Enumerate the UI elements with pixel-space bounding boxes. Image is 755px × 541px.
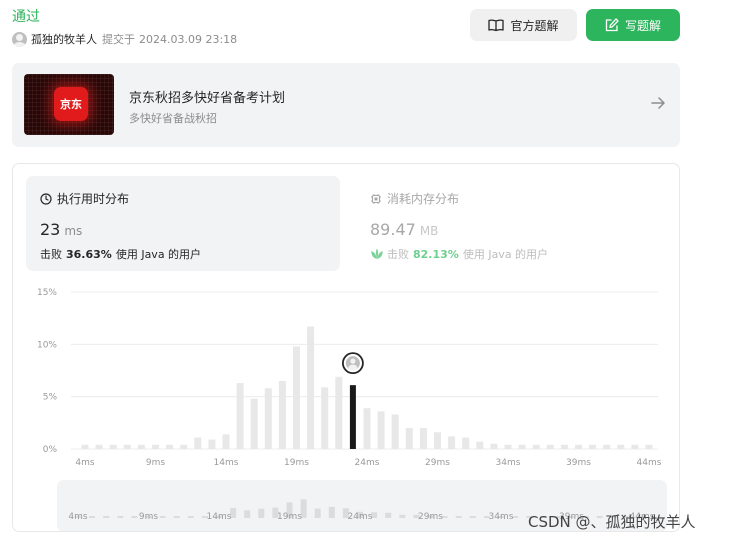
chart-bar[interactable] — [575, 444, 582, 449]
official-solution-button[interactable]: 官方题解 — [470, 9, 577, 41]
chart-bar[interactable] — [391, 414, 399, 449]
mini-x-tick-label: 34ms — [489, 512, 514, 522]
mini-bar — [117, 516, 124, 518]
mini-bar — [103, 516, 110, 518]
chart-bar[interactable] — [532, 444, 540, 449]
official-solution-label: 官方题解 — [510, 18, 559, 33]
chart-bar[interactable] — [293, 346, 300, 449]
chart-bar[interactable] — [448, 436, 456, 449]
x-tick-label: 44ms — [637, 458, 662, 468]
submitted-label: 提交于 — [102, 33, 135, 46]
chart-bar[interactable] — [236, 383, 244, 449]
performance-card: 执行用时分布 23 ms 击败 36.63% 使用 Java 的用户 消耗内存分布… — [12, 163, 680, 532]
chart-bar[interactable] — [180, 444, 188, 449]
arrow-right-icon[interactable] — [650, 95, 666, 111]
promo-title: 京东秋招多快好省备考计划 — [129, 91, 286, 106]
mini-x-tick-label: 9ms — [139, 512, 158, 522]
book-icon — [488, 19, 505, 32]
chart-bar[interactable] — [377, 411, 385, 449]
write-solution-button[interactable]: 写题解 — [586, 9, 680, 41]
chart-bar[interactable] — [95, 444, 103, 449]
chart-bar[interactable] — [504, 444, 512, 449]
chart-bar[interactable] — [208, 439, 216, 449]
chart-bar[interactable] — [490, 443, 498, 449]
mini-bar — [399, 514, 406, 518]
chart-bar[interactable] — [518, 444, 526, 449]
mini-x-tick-label: 19ms — [277, 512, 302, 522]
y-tick-label: 0% — [43, 445, 58, 455]
mini-bar — [328, 506, 335, 518]
chart-bar[interactable] — [264, 388, 272, 449]
chart-bar[interactable] — [405, 428, 413, 449]
mini-x-tick-label: 24ms — [348, 512, 373, 522]
promo-image: 京东 — [24, 74, 114, 135]
chart-bar[interactable] — [631, 444, 639, 449]
chart-bar[interactable] — [222, 434, 230, 449]
chart-bar[interactable] — [476, 441, 484, 449]
mini-bar — [314, 508, 321, 518]
chart-bar[interactable] — [546, 444, 554, 449]
submission-status: 通过 — [12, 9, 40, 25]
x-tick-label: 29ms — [425, 458, 450, 468]
mini-bar — [469, 516, 476, 518]
edit-icon — [605, 18, 619, 32]
mini-bar — [131, 516, 138, 518]
x-tick-label: 4ms — [75, 458, 94, 468]
promo-subtitle: 多快好省备战秋招 — [129, 112, 217, 125]
chart-bar[interactable] — [137, 444, 145, 449]
chart-bar[interactable] — [109, 444, 117, 449]
chart-bar[interactable] — [645, 444, 653, 449]
mini-x-tick-label: 14ms — [207, 512, 232, 522]
chart-bar[interactable] — [166, 444, 174, 449]
chart-bar[interactable] — [123, 444, 131, 449]
mini-x-tick-label: 4ms — [68, 512, 87, 522]
chart-bar[interactable] — [335, 376, 343, 449]
mini-bar — [159, 516, 166, 518]
chart-bar[interactable] — [278, 380, 286, 449]
chart-bar[interactable] — [560, 444, 568, 449]
submission-meta: 孤独的牧羊人 提交于 2024.03.09 23:18 — [12, 31, 237, 47]
jd-logo: 京东 — [54, 87, 88, 121]
runtime-distribution-chart: 0% 5% 10% 15% 4ms 9ms 14ms 19ms 24ms 29ms 34ms 39ms… — [37, 288, 662, 468]
x-tick-label: 14ms — [214, 458, 239, 468]
chart-bar[interactable] — [434, 432, 441, 449]
username-link[interactable]: 孤独的牧羊人 — [31, 31, 97, 47]
x-tick-label: 39ms — [566, 458, 591, 468]
x-tick-label: 19ms — [284, 458, 309, 468]
chart-bar[interactable] — [81, 444, 89, 449]
mini-bar — [385, 512, 392, 518]
chart-bar[interactable] — [250, 398, 258, 449]
chart-bar[interactable] — [589, 444, 597, 449]
chart-bar[interactable] — [603, 444, 611, 449]
watermark: CSDN @、孤独的牧羊人 — [528, 513, 696, 531]
y-tick-label: 10% — [37, 340, 57, 350]
chart-bar[interactable] — [419, 428, 427, 449]
mini-bar — [187, 516, 194, 518]
y-tick-label: 5% — [43, 393, 58, 403]
chart-bar[interactable] — [617, 444, 625, 449]
mini-bar — [258, 508, 265, 518]
user-avatar-marker — [341, 352, 364, 375]
chart-bar[interactable] — [321, 387, 329, 449]
x-tick-label: 9ms — [146, 458, 165, 468]
mini-x-tick-label: 29ms — [418, 512, 443, 522]
mini-bar — [173, 516, 180, 518]
chart-bar[interactable] — [152, 444, 159, 449]
mini-bar — [89, 516, 96, 518]
avatar[interactable] — [12, 31, 27, 47]
promo-banner[interactable]: 京东 京东秋招多快好省备考计划 多快好省备战秋招 — [12, 63, 680, 147]
chart-bar[interactable] — [363, 408, 371, 449]
y-tick-label: 15% — [37, 288, 57, 298]
write-solution-label: 写题解 — [624, 18, 661, 33]
chart-bar[interactable] — [307, 326, 315, 449]
mini-bar — [455, 516, 462, 518]
chart-bar[interactable] — [194, 437, 202, 449]
submitted-time: 2024.03.09 23:18 — [139, 32, 238, 46]
mini-bar — [244, 510, 251, 518]
x-tick-label: 24ms — [355, 458, 380, 468]
chart-bar[interactable] — [462, 437, 470, 449]
highlight-bar[interactable] — [349, 385, 356, 449]
x-tick-label: 34ms — [496, 458, 521, 468]
